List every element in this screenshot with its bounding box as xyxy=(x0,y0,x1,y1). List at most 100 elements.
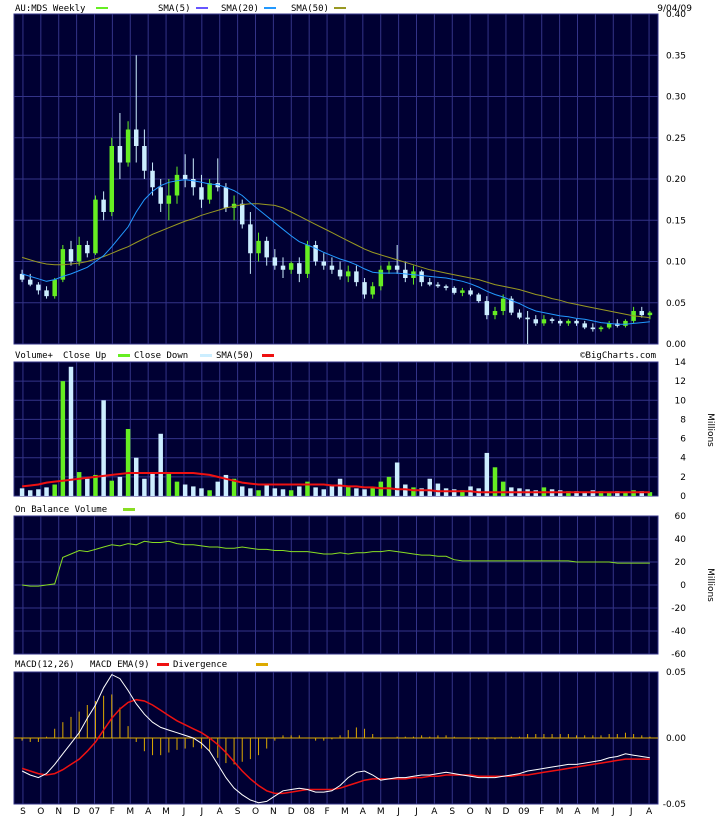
obv-label: On Balance Volume xyxy=(15,505,107,515)
volume-bar xyxy=(44,487,49,496)
x-tick-label: O xyxy=(37,807,44,817)
y-tick-label: -40 xyxy=(671,627,686,637)
price-candle-body xyxy=(394,265,400,270)
y-tick-label: 14 xyxy=(675,358,687,368)
volume-bar xyxy=(370,487,375,496)
x-tick-label: A xyxy=(217,807,224,817)
price-candle-body xyxy=(443,286,449,288)
price-candle-body xyxy=(419,271,424,283)
x-tick-label: F xyxy=(110,807,115,817)
y-tick-label: 2 xyxy=(680,473,686,483)
y-tick-label: 0.05 xyxy=(666,299,686,309)
volume-bar xyxy=(264,484,269,496)
y-tick-label: 6 xyxy=(680,435,686,445)
x-tick-label: D xyxy=(502,807,509,817)
price-candle-body xyxy=(288,263,294,270)
volume-bar xyxy=(435,483,441,496)
y-tick-label: 0.15 xyxy=(666,216,686,226)
divergence-label: Divergence xyxy=(173,660,227,670)
y-tick-label: 0.20 xyxy=(666,175,686,185)
price-candle-body xyxy=(36,284,41,291)
price-candle-body xyxy=(248,224,253,254)
price-candle-body xyxy=(166,195,172,204)
price-candle-body xyxy=(272,257,278,266)
y-tick-label: 0.00 xyxy=(666,734,686,744)
y-tick-label: -60 xyxy=(671,650,686,660)
y-tick-label: 0.05 xyxy=(666,668,686,678)
price-candle-body xyxy=(386,265,392,270)
price-candle-body xyxy=(297,263,302,274)
price-candle-body xyxy=(264,240,269,258)
x-tick-label: S xyxy=(20,807,26,817)
x-tick-label: J xyxy=(629,807,633,817)
obv-unit-label: Millions xyxy=(705,568,715,602)
x-tick-label: 09 xyxy=(518,807,530,817)
price-candle-body xyxy=(574,320,579,324)
price-candle-body xyxy=(158,187,163,204)
volume-bar xyxy=(272,488,278,496)
y-tick-label: 0.40 xyxy=(666,10,686,20)
volume-bar xyxy=(484,452,490,496)
volume-bar xyxy=(345,486,351,496)
x-tick-label: M xyxy=(162,807,170,817)
y-tick-label: 20 xyxy=(675,558,687,568)
legend-swatch-close-up xyxy=(118,354,130,357)
legend-swatch-macd xyxy=(74,663,86,665)
legend-swatch-volume-sma xyxy=(262,354,274,357)
y-tick-label: 40 xyxy=(675,535,687,545)
price-candle-body xyxy=(150,170,155,188)
x-tick-label: S xyxy=(449,807,455,817)
x-tick-label: O xyxy=(252,807,259,817)
x-tick-label: N xyxy=(270,807,277,817)
price-candle-body xyxy=(223,187,229,208)
legend-swatch-sma50 xyxy=(334,7,346,9)
x-tick-label: F xyxy=(324,807,329,817)
x-tick-label: J xyxy=(396,807,400,817)
legend-swatch-close-down xyxy=(200,354,212,357)
volume-bar xyxy=(68,366,74,496)
price-candle-body xyxy=(549,319,555,321)
volume-bar xyxy=(117,476,123,496)
price-candle-body xyxy=(337,269,343,277)
volume-bar xyxy=(158,433,163,496)
volume-bar xyxy=(60,381,66,496)
volume-bar xyxy=(354,488,359,496)
x-tick-label: J xyxy=(182,807,186,817)
price-candle-body xyxy=(182,174,188,179)
volume-bar xyxy=(85,478,90,496)
macd-label: MACD(12,26) xyxy=(15,660,75,670)
x-tick-label: M xyxy=(592,807,600,817)
volume-bar xyxy=(288,490,294,496)
x-tick-label: J xyxy=(200,807,204,817)
x-tick-label: O xyxy=(467,807,474,817)
y-tick-label: 0.30 xyxy=(666,93,686,103)
volume-bar xyxy=(337,478,343,496)
legend-swatch-obv xyxy=(123,508,135,511)
x-tick-label: A xyxy=(145,807,152,817)
y-tick-label: 4 xyxy=(680,454,686,464)
bigcharts-weekly-chart: AU:MDS Weekly SMA(5) SMA(20) SMA(50) 9/0… xyxy=(0,0,720,820)
price-candle-body xyxy=(557,320,563,324)
volume-bar xyxy=(101,400,106,496)
price-candle-body xyxy=(280,265,286,270)
volume-bar xyxy=(394,462,400,496)
price-candle-body xyxy=(199,187,204,200)
volume-bar xyxy=(215,481,221,496)
price-candle-body xyxy=(468,290,473,295)
x-tick-label: F xyxy=(539,807,544,817)
price-candle-body xyxy=(305,245,310,274)
sma5-label: SMA(5) xyxy=(158,4,191,14)
volume-bar xyxy=(36,489,41,496)
price-candle-body xyxy=(133,129,139,146)
price-candle-body xyxy=(492,311,498,316)
price-candle-body xyxy=(378,269,384,287)
price-candle-body xyxy=(125,129,131,163)
volume-bar xyxy=(239,486,245,496)
volume-bar xyxy=(109,480,115,496)
price-candle-body xyxy=(362,282,367,295)
volume-sma-label: SMA(50) xyxy=(216,351,254,361)
x-tick-label: A xyxy=(360,807,367,817)
x-tick-label: A xyxy=(574,807,581,817)
volume-bar xyxy=(280,489,286,496)
price-candle-body xyxy=(525,317,530,320)
